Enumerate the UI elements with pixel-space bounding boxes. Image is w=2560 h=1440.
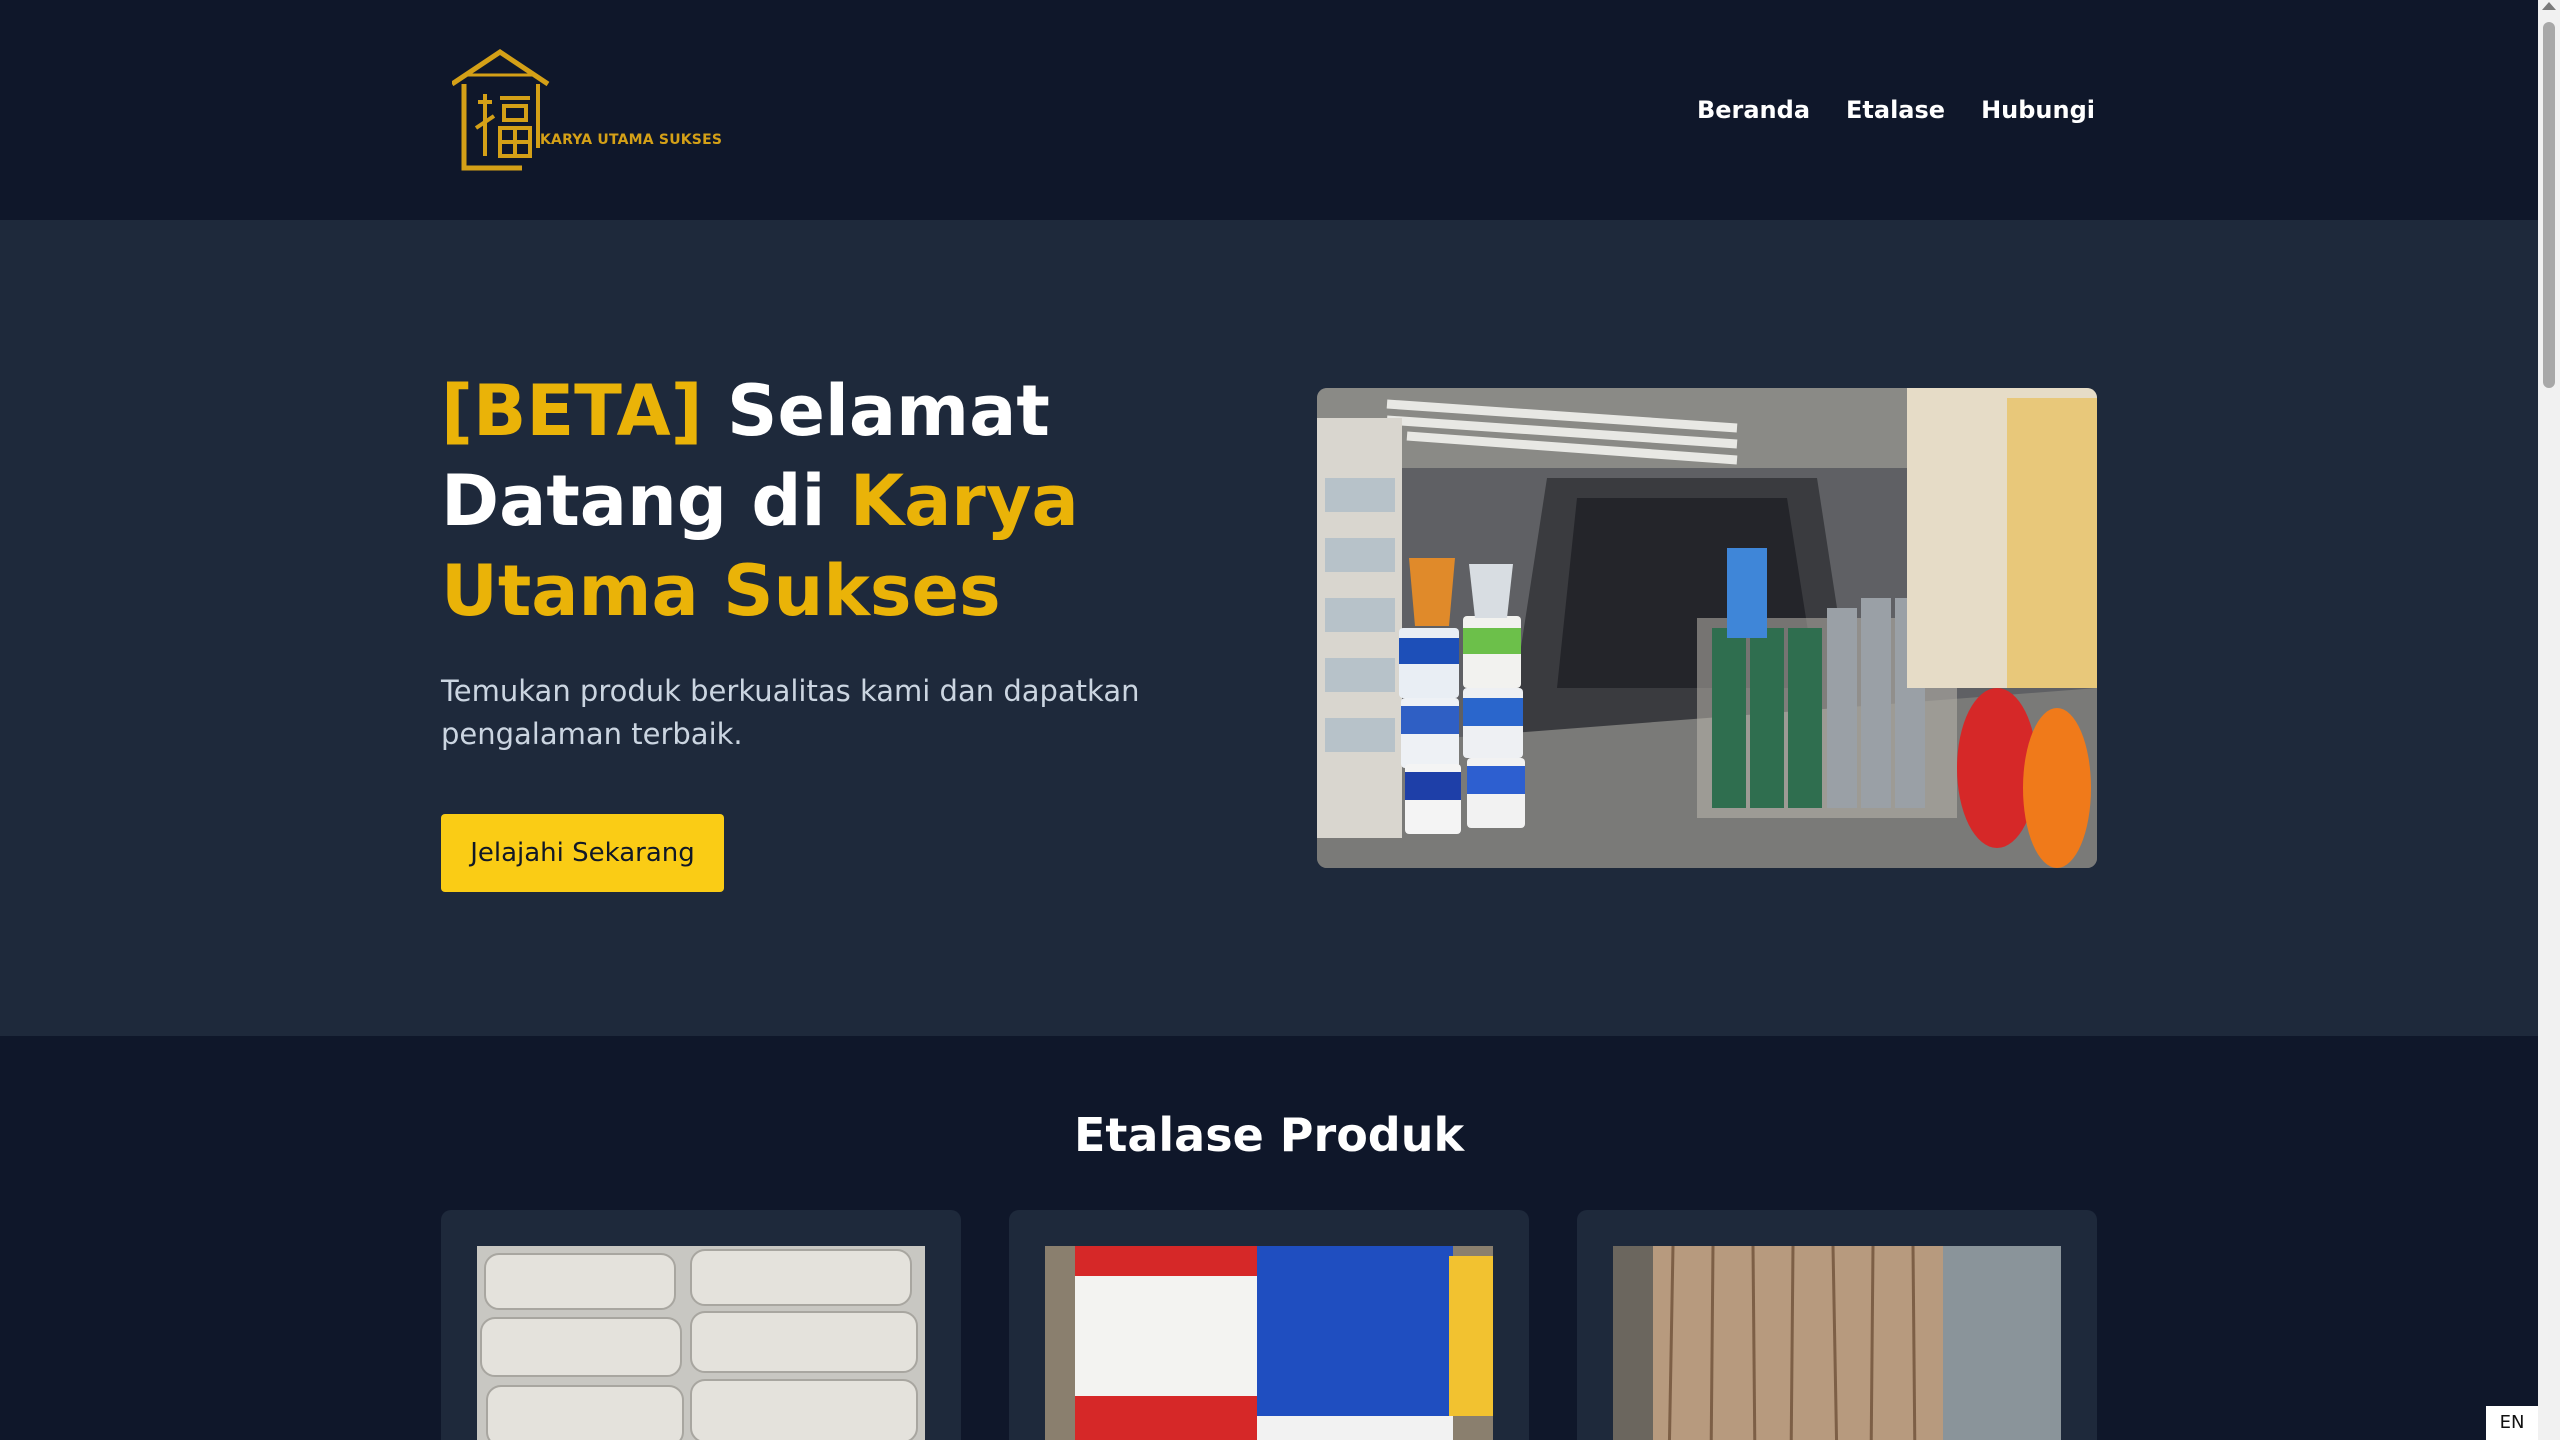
beta-tag: [BETA] [441,370,703,452]
building-materials-image [1613,1246,2061,1440]
hero-title: [BETA] Selamat Datang di Karya Utama Suk… [441,366,1161,636]
cement-bags-image [477,1246,925,1440]
store-photo-illustration [1317,388,2097,868]
product-card-paint[interactable] [1009,1210,1529,1440]
store-photo [1317,388,2097,868]
hero-section: [BETA] Selamat Datang di Karya Utama Suk… [0,220,2538,1036]
fortune-character-icon [474,94,532,158]
scrollbar-thumb[interactable] [2543,22,2555,388]
main-nav: Beranda Etalase Hubungi [1697,96,2095,124]
paint-buckets-image [1045,1246,1493,1440]
language-indicator: EN [2486,1406,2538,1440]
product-showcase: Etalase Produk [0,1036,2538,1440]
product-card-materials[interactable] [1577,1210,2097,1440]
page-scrollbar[interactable] [2538,0,2560,1440]
site-header: KARYA UTAMA SUKSES Beranda Etalase Hubun… [0,0,2538,220]
brand-logo[interactable]: KARYA UTAMA SUKSES [450,44,722,174]
nav-etalase[interactable]: Etalase [1846,96,1945,124]
hero-subtitle: Temukan produk berkualitas kami dan dapa… [441,674,1140,751]
explore-button[interactable]: Jelajahi Sekarang [441,814,724,892]
brand-name: KARYA UTAMA SUKSES [540,132,723,148]
nav-beranda[interactable]: Beranda [1697,96,1810,124]
scroll-up-icon[interactable] [2542,2,2556,10]
house-logo-icon [450,48,550,171]
product-card-cement[interactable] [441,1210,961,1440]
page: KARYA UTAMA SUKSES Beranda Etalase Hubun… [0,0,2560,1440]
showcase-title: Etalase Produk [1073,1108,1465,1162]
nav-hubungi[interactable]: Hubungi [1981,96,2095,124]
